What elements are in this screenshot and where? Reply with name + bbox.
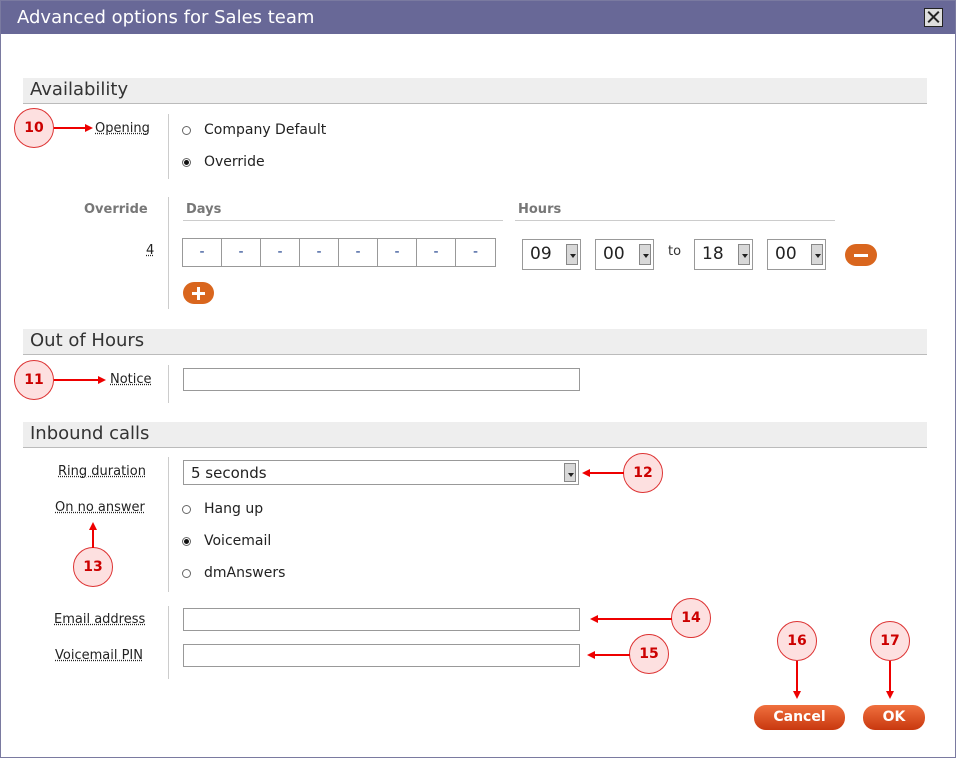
divider	[168, 197, 169, 309]
notice-label: Notice	[110, 372, 152, 387]
voicemail-pin-input[interactable]	[183, 644, 580, 667]
to-label: to	[668, 244, 682, 259]
day-toggle[interactable]: -	[261, 239, 300, 266]
radio-button[interactable]	[182, 126, 191, 135]
override-column-header: Override	[84, 202, 148, 217]
chevron-down-icon[interactable]	[564, 463, 576, 482]
voicemail-pin-label: Voicemail PIN	[55, 648, 143, 663]
hours-column-header: Hours	[518, 202, 562, 217]
radio-button-checked[interactable]	[182, 537, 191, 546]
section-availability-title: Availability	[30, 79, 129, 100]
days-column-header: Days	[186, 202, 222, 217]
add-override-button[interactable]	[183, 282, 214, 304]
day-toggle[interactable]: -	[339, 239, 378, 266]
radio-button[interactable]	[182, 569, 191, 578]
days-header-rule	[183, 220, 503, 221]
callout-marker: 13	[73, 547, 113, 587]
hours-header-rule	[515, 220, 835, 221]
callout-marker: 14	[671, 598, 711, 638]
dialog-titlebar: Advanced options for Sales team	[1, 1, 955, 34]
divider	[168, 365, 169, 403]
arrow-down-icon	[886, 691, 894, 699]
divider	[168, 457, 169, 592]
from-minute-value: 00	[603, 244, 625, 264]
callout-marker: 11	[14, 360, 54, 400]
email-address-label: Email address	[54, 612, 146, 627]
day-toggle[interactable]: -	[183, 239, 222, 266]
callout-marker: 16	[777, 621, 817, 661]
callout-marker: 12	[623, 453, 663, 493]
arrow-right-icon	[85, 124, 93, 132]
days-selector: - - - - - - - -	[182, 238, 496, 267]
radio-button[interactable]	[182, 505, 191, 514]
from-minute-select[interactable]: 00	[595, 239, 654, 270]
radio-label: dmAnswers	[204, 565, 286, 581]
ring-duration-value: 5 seconds	[191, 464, 267, 482]
day-toggle[interactable]: -	[456, 239, 495, 266]
callout-arrow	[92, 529, 94, 548]
callout-marker: 10	[14, 108, 54, 148]
arrow-right-icon	[98, 376, 106, 384]
no-answer-label: On no answer	[55, 500, 145, 515]
radio-label: Company Default	[204, 122, 327, 138]
divider	[168, 606, 169, 679]
day-toggle[interactable]: -	[417, 239, 456, 266]
section-inbound-calls: Inbound calls	[23, 422, 927, 448]
to-minute-value: 00	[775, 244, 797, 264]
arrow-down-icon	[793, 691, 801, 699]
arrow-left-icon	[587, 651, 595, 659]
section-inbound-calls-title: Inbound calls	[30, 423, 150, 444]
to-hour-value: 18	[702, 244, 724, 264]
radio-button-checked[interactable]	[182, 158, 191, 167]
callout-arrow	[54, 127, 86, 129]
advanced-options-dialog: Advanced options for Sales team Availabi…	[0, 0, 956, 758]
arrow-left-icon	[590, 615, 598, 623]
chevron-down-icon[interactable]	[639, 244, 651, 265]
from-hour-select[interactable]: 09	[522, 239, 581, 270]
section-out-of-hours-title: Out of Hours	[30, 330, 145, 351]
notice-input[interactable]	[183, 368, 580, 391]
callout-marker: 15	[629, 634, 669, 674]
opening-label: Opening	[95, 121, 150, 136]
day-toggle[interactable]: -	[222, 239, 261, 266]
callout-arrow	[590, 472, 624, 474]
chevron-down-icon[interactable]	[566, 244, 578, 265]
day-toggle[interactable]: -	[378, 239, 417, 266]
callout-arrow	[598, 618, 672, 620]
override-row-number: 4	[146, 243, 155, 258]
radio-label: Override	[204, 154, 265, 170]
callout-arrow	[796, 661, 798, 692]
from-hour-value: 09	[530, 244, 552, 264]
ring-duration-select[interactable]: 5 seconds	[183, 460, 579, 485]
close-icon[interactable]	[924, 8, 943, 27]
divider	[168, 114, 169, 179]
email-address-input[interactable]	[183, 608, 580, 631]
radio-label: Voicemail	[204, 533, 272, 549]
callout-arrow	[54, 379, 99, 381]
dialog-title: Advanced options for Sales team	[17, 7, 315, 28]
chevron-down-icon[interactable]	[811, 244, 823, 265]
to-hour-select[interactable]: 18	[694, 239, 753, 270]
callout-arrow	[595, 654, 630, 656]
to-minute-select[interactable]: 00	[767, 239, 826, 270]
callout-arrow	[889, 661, 891, 692]
radio-label: Hang up	[204, 501, 264, 517]
chevron-down-icon[interactable]	[738, 244, 750, 265]
cancel-button[interactable]: Cancel	[754, 705, 845, 730]
callout-marker: 17	[870, 621, 910, 661]
section-availability: Availability	[23, 78, 927, 104]
ring-duration-label: Ring duration	[58, 464, 146, 479]
remove-override-button[interactable]	[845, 244, 877, 266]
section-out-of-hours: Out of Hours	[23, 329, 927, 355]
ok-button[interactable]: OK	[863, 705, 925, 730]
day-toggle[interactable]: -	[300, 239, 339, 266]
arrow-left-icon	[582, 469, 590, 477]
